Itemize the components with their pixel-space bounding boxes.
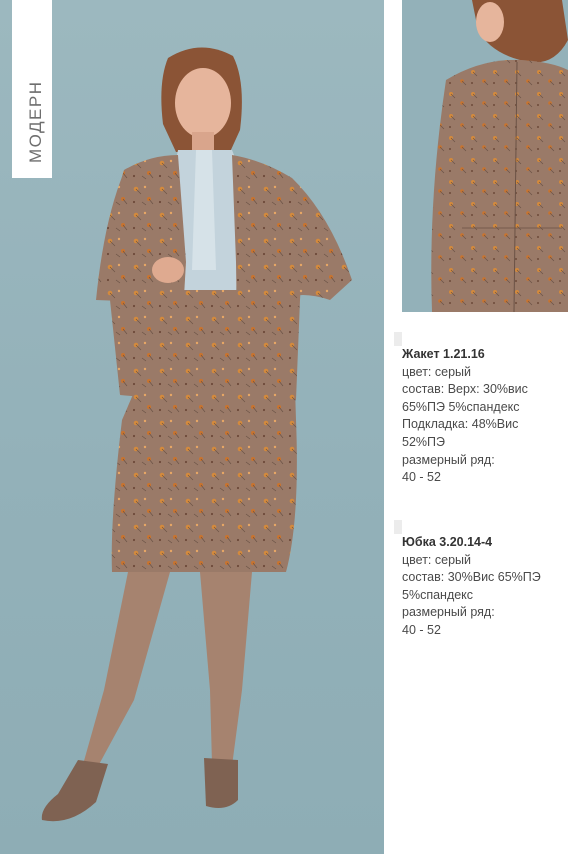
product-lining-cont: 52%ПЭ [402,434,445,449]
product-card: Юбка 3.20.14-4 цвет: серый состав: 30%Ви… [394,520,562,640]
product-composition-cont: 65%ПЭ 5%спандекс [402,399,520,414]
product-color: цвет: серый [402,552,471,567]
product-title: Юбка 3.20.14-4 [402,535,493,549]
text-marker [394,332,402,346]
collection-label: МОДЕРН [26,80,45,163]
text-marker [394,520,402,534]
product-title: Жакет 1.21.16 [402,347,485,361]
model-front-photo: МОДЕРН [0,0,384,854]
product-composition-cont: 5%спандекс [402,587,474,602]
product-size-label: размерный ряд: [402,452,495,467]
product-size-range: 40 - 52 [402,622,441,637]
product-size-range: 40 - 52 [402,470,441,485]
product-composition: состав: Верх: 30%вис [402,382,528,397]
product-card: Жакет 1.21.16 цвет: серый состав: Верх: … [394,332,562,487]
product-lining: Подкладка: 48%Вис [402,417,519,432]
product-color: цвет: серый [402,364,471,379]
model-back-photo [402,0,568,312]
product-size-label: размерный ряд: [402,605,495,620]
product-composition: состав: 30%Вис 65%ПЭ [402,570,541,585]
